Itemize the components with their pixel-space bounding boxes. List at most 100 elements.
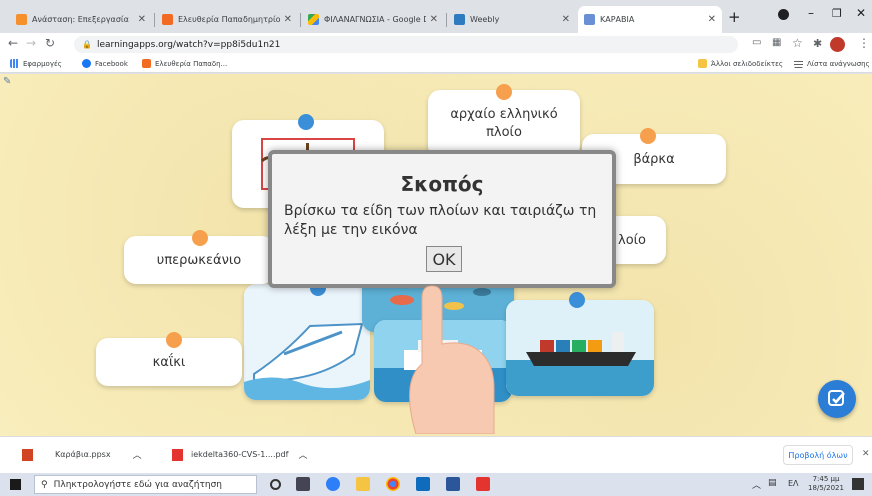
weebly-icon xyxy=(454,14,465,25)
edge-icon[interactable] xyxy=(326,477,340,491)
bookmark-other[interactable]: Άλλοι σελιδοδείκτες xyxy=(698,59,783,68)
match-dot[interactable] xyxy=(569,292,585,308)
downloads-bar: Καράβια.ppsx ︿ iekdelta360-CVS-1....pdf … xyxy=(0,436,872,473)
match-dot[interactable] xyxy=(298,114,314,130)
check-answers-button[interactable] xyxy=(818,380,856,418)
word-icon[interactable] xyxy=(446,477,460,491)
close-window-button[interactable]: ✕ xyxy=(856,6,866,20)
bookmark-facebook[interactable]: Facebook xyxy=(82,59,128,68)
tab-anastasi[interactable]: Ανάσταση: Επεξεργασία ✕ xyxy=(10,6,152,33)
reading-list-icon xyxy=(794,59,803,68)
tab-filanagnosia[interactable]: ΦΙΛΑΝΑΓΝΩΣΙΑ - Google Dr ✕ xyxy=(302,6,444,33)
new-tab-button[interactable]: + xyxy=(728,8,741,26)
close-icon[interactable]: ✕ xyxy=(862,449,870,459)
match-dot[interactable] xyxy=(496,84,512,100)
lock-icon: 🔒 xyxy=(82,40,92,49)
back-arrow-icon[interactable]: ← xyxy=(8,36,18,50)
pdf-reader-icon[interactable] xyxy=(476,477,490,491)
reload-icon[interactable]: ↻ xyxy=(45,36,55,50)
card-label: λοίο xyxy=(618,232,646,248)
tab-karavia[interactable]: ΚΑΡΑΒΙΑ ✕ xyxy=(578,6,722,33)
download-item[interactable]: iekdelta360-CVS-1....pdf ︿ xyxy=(172,448,307,461)
browser-toolbar: ← → ↻ 🔒 learningapps.org/watch?v=pp8i5du… xyxy=(0,33,872,56)
learningapps-content: ✎ αρχαίο ελληνικό πλοίο βάρκα λοίο υπερω… xyxy=(0,74,872,436)
clock-date: 18/5/2021 xyxy=(808,484,844,492)
cast-icon[interactable]: ▭ xyxy=(752,37,761,48)
match-dot[interactable] xyxy=(166,332,182,348)
pptx-file-icon xyxy=(22,448,33,461)
clock[interactable]: 7:45 μμ 18/5/2021 xyxy=(806,475,846,493)
bookmark-label: Ελευθερία Παπαδη... xyxy=(155,59,228,68)
tray-chevron-icon[interactable]: ︿ xyxy=(752,478,761,491)
star-icon[interactable]: ☆ xyxy=(792,36,803,50)
word-card[interactable]: αρχαίο ελληνικό πλοίο xyxy=(428,90,580,158)
forward-arrow-icon[interactable]: → xyxy=(26,36,36,50)
minimize-button[interactable]: – xyxy=(808,6,814,20)
instructions-dialog: Σκοπός Βρίσκω τα είδη των πλοίων και ται… xyxy=(268,150,616,288)
windows-start-icon[interactable] xyxy=(10,479,21,490)
dialog-title: Σκοπός xyxy=(400,172,484,196)
ok-button[interactable]: OK xyxy=(426,246,462,272)
tab-title: Ελευθερία Παπαδημητρίου xyxy=(178,15,280,24)
chevron-up-icon[interactable]: ︿ xyxy=(133,448,142,461)
tab-separator xyxy=(446,13,447,27)
close-icon[interactable]: ✕ xyxy=(562,14,570,25)
menu-kebab-icon[interactable]: ⋮ xyxy=(858,36,870,50)
download-filename: Καράβια.ppsx xyxy=(55,450,111,459)
bookmark-icon xyxy=(142,59,151,68)
chevron-up-icon[interactable]: ︿ xyxy=(298,448,307,461)
tab-separator xyxy=(154,13,155,27)
checkmark-icon xyxy=(828,390,845,406)
taskbar-search-input[interactable]: ⚲ Πληκτρολογήστε εδώ για αναζήτηση xyxy=(34,475,257,494)
match-dot[interactable] xyxy=(640,128,656,144)
notifications-icon[interactable] xyxy=(852,478,864,490)
card-label: αρχαίο ελληνικό πλοίο xyxy=(450,107,558,140)
dialog-text: Βρίσκω τα είδη των πλοίων και ταιριάζω τ… xyxy=(284,203,597,238)
file-explorer-icon[interactable] xyxy=(356,477,370,491)
card-label: καΐκι xyxy=(152,354,186,370)
tab-title: ΦΙΛΑΝΑΓΝΩΣΙΑ - Google Dr xyxy=(324,15,426,24)
tab-eleftheria[interactable]: Ελευθερία Παπαδημητρίου ✕ xyxy=(156,6,298,33)
tab-strip: Ανάσταση: Επεξεργασία ✕ Ελευθερία Παπαδη… xyxy=(0,0,872,33)
close-icon[interactable]: ✕ xyxy=(138,14,146,25)
avatar[interactable] xyxy=(830,37,845,52)
close-icon[interactable]: ✕ xyxy=(430,14,438,25)
chrome-profile-icon[interactable] xyxy=(778,9,789,20)
bookmark-apps[interactable]: Εφαρμογές xyxy=(10,59,62,68)
chrome-icon[interactable] xyxy=(386,477,400,491)
show-all-button[interactable]: Προβολή όλων xyxy=(783,445,853,465)
card-label: βάρκα xyxy=(633,151,675,167)
restore-button[interactable]: ❐ xyxy=(832,7,842,20)
bookmarks-bar: Εφαρμογές Facebook Ελευθερία Παπαδη... Ά… xyxy=(0,56,872,73)
task-view-icon[interactable] xyxy=(296,477,310,491)
image-card-cargo-ship[interactable] xyxy=(506,300,654,396)
language-indicator[interactable]: ΕΛ xyxy=(788,479,799,488)
bookmark-reading-list[interactable]: Λίστα ανάγνωσης xyxy=(794,59,870,68)
google-drive-icon xyxy=(308,14,319,25)
tab-title: Weebly xyxy=(470,15,500,24)
download-item[interactable]: Καράβια.ppsx ︿ xyxy=(22,448,142,461)
windows-taskbar: ⚲ Πληκτρολογήστε εδώ για αναζήτηση ︿ ▤ Ε… xyxy=(0,473,872,496)
bookmark-label: Άλλοι σελιδοδείκτες xyxy=(711,59,783,68)
pdf-file-icon xyxy=(172,448,183,461)
match-dot[interactable] xyxy=(192,230,208,246)
store-icon[interactable] xyxy=(416,477,430,491)
cruise-ship-image xyxy=(244,284,370,400)
tab-weebly[interactable]: Weebly ✕ xyxy=(448,6,576,33)
close-icon[interactable]: ✕ xyxy=(708,14,716,25)
cortana-icon[interactable] xyxy=(270,479,281,490)
network-icon[interactable]: ▤ xyxy=(768,478,777,488)
close-icon[interactable]: ✕ xyxy=(284,14,292,25)
qr-code-icon[interactable]: ▦ xyxy=(772,37,781,48)
extensions-icon[interactable]: ✱ xyxy=(813,37,822,50)
clock-time: 7:45 μμ xyxy=(812,475,840,483)
image-card-cruise-ship[interactable] xyxy=(244,284,370,400)
bookmark-label: Λίστα ανάγνωσης xyxy=(807,59,870,68)
apps-grid-icon xyxy=(10,59,19,68)
facebook-icon xyxy=(82,59,91,68)
learningapps-icon xyxy=(584,14,595,25)
address-bar[interactable]: 🔒 learningapps.org/watch?v=pp8i5du1n21 xyxy=(74,36,738,53)
folder-icon xyxy=(698,59,707,68)
help-icon[interactable]: ✎ xyxy=(3,76,16,89)
bookmark-eleftheria[interactable]: Ελευθερία Παπαδη... xyxy=(142,59,227,68)
